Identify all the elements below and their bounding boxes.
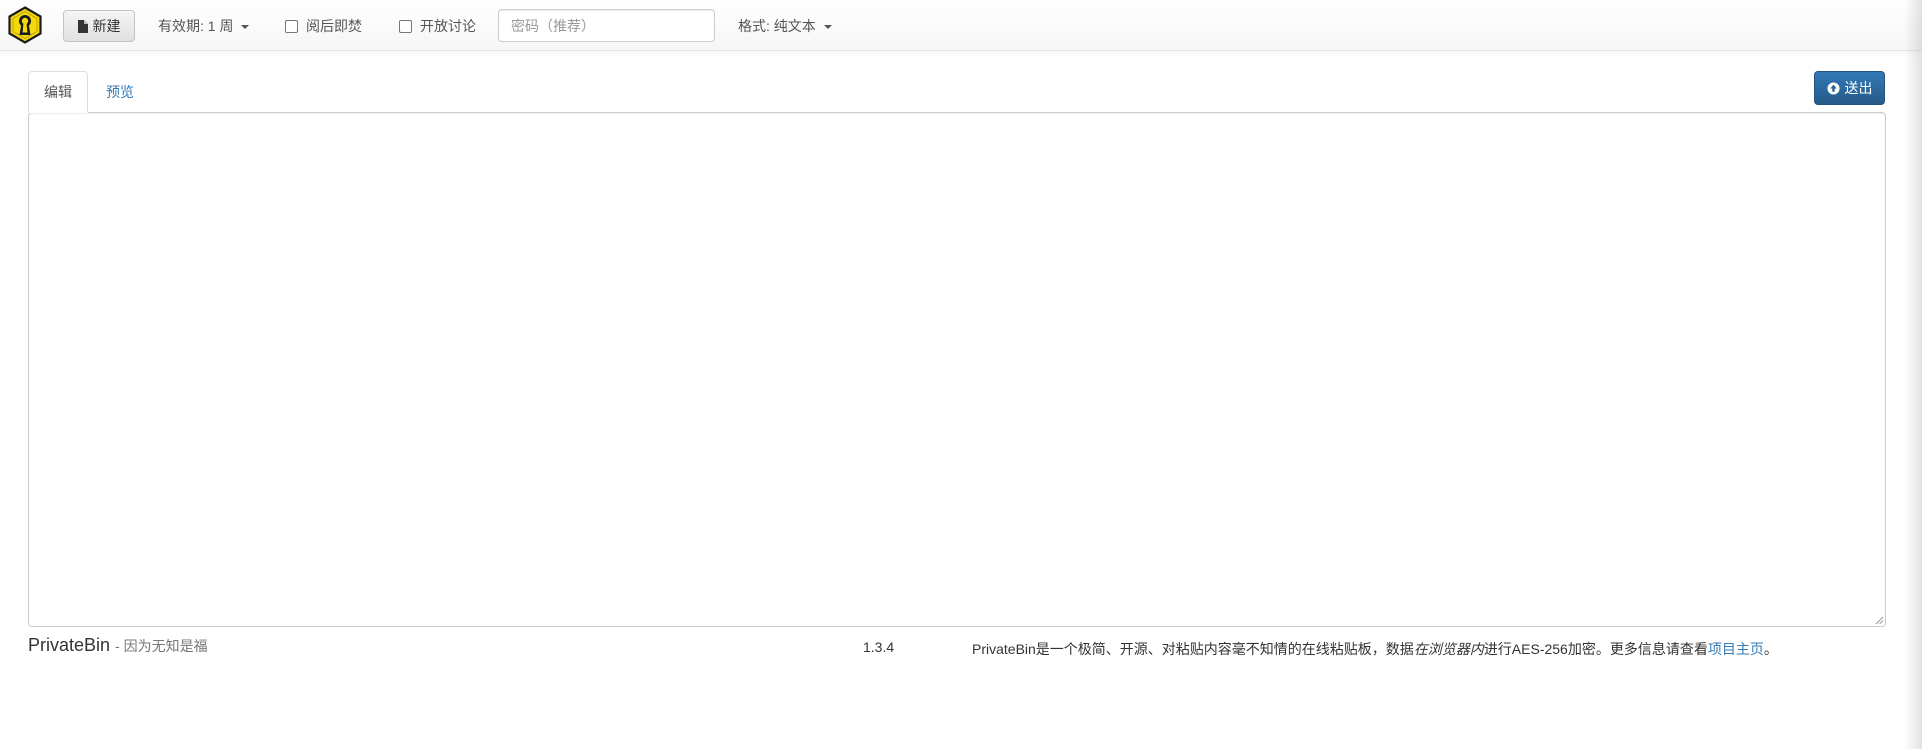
new-paste-button[interactable]: 新建 — [63, 10, 135, 42]
navbar: 新建 有效期: 1 周 阅后即焚 开放讨论 格式: 纯文本 — [0, 0, 1922, 51]
footer-brand: PrivateBin - 因为无知是福 — [28, 635, 208, 656]
tab-edit[interactable]: 编辑 — [28, 71, 88, 113]
send-button[interactable]: 送出 — [1814, 71, 1885, 105]
open-discussion-option: 开放讨论 — [399, 16, 476, 36]
open-discussion-checkbox[interactable] — [399, 19, 412, 33]
project-homepage-link[interactable]: 项目主页 — [1708, 641, 1764, 657]
burn-after-reading-checkbox[interactable] — [285, 19, 298, 33]
resize-handle-icon[interactable] — [1874, 615, 1884, 625]
footer-info: PrivateBin是一个极简、开源、对粘贴内容毫不知情的在线粘贴板，数据在浏览… — [972, 639, 1778, 659]
caret-down-icon — [241, 25, 250, 29]
circle-arrow-up-icon — [1826, 81, 1840, 95]
info-text-end: 。 — [1763, 641, 1778, 657]
format-dropdown[interactable]: 格式: 纯文本 — [738, 16, 832, 36]
privatebin-logo-icon[interactable] — [6, 6, 44, 44]
info-text-part2: 进行AES-256加密。更多信息请查看 — [1483, 641, 1708, 657]
open-discussion-label[interactable]: 开放讨论 — [420, 16, 476, 36]
info-text-part1: PrivateBin是一个极简、开源、对粘贴内容毫不知情的在线粘贴板，数据 — [972, 641, 1414, 657]
info-text-emphasis: 在浏览器内 — [1413, 641, 1484, 657]
format-label: 格式: 纯文本 — [738, 18, 816, 34]
send-label: 送出 — [1844, 80, 1873, 96]
password-input[interactable] — [498, 9, 715, 42]
version-label: 1.3.4 — [863, 639, 895, 655]
brand-slogan: - 因为无知是福 — [115, 638, 208, 654]
brand-name: PrivateBin — [28, 635, 111, 655]
tab-edit-label: 编辑 — [44, 84, 72, 100]
burn-after-reading-option: 阅后即焚 — [285, 16, 362, 36]
file-icon — [77, 19, 88, 33]
tab-preview-label: 预览 — [106, 84, 134, 100]
new-paste-label: 新建 — [92, 18, 121, 34]
paste-textarea[interactable] — [28, 112, 1886, 627]
tab-preview[interactable]: 预览 — [91, 71, 149, 113]
window-edge-shadow — [1904, 0, 1922, 749]
expiration-label: 有效期: 1 周 — [158, 18, 234, 34]
burn-after-reading-label[interactable]: 阅后即焚 — [306, 16, 362, 36]
caret-down-icon — [823, 25, 832, 29]
expiration-dropdown[interactable]: 有效期: 1 周 — [158, 16, 250, 36]
